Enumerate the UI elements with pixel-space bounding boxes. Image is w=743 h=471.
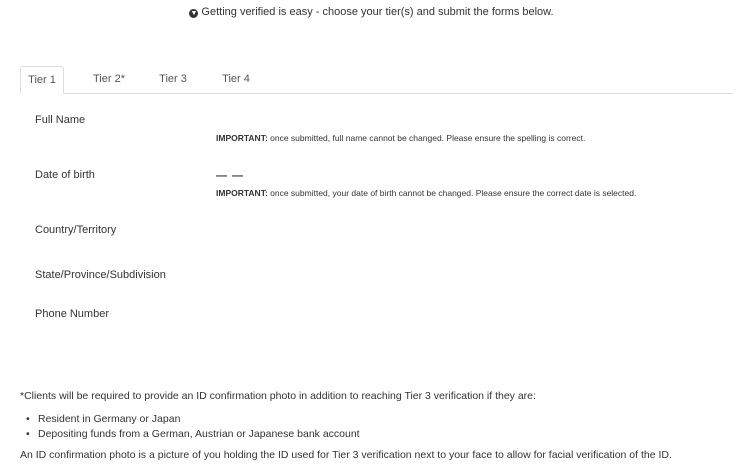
circle-arrow-down-icon: ▼ <box>189 9 199 18</box>
requirement-list: • Resident in Germany or Japan • Depositin… <box>26 412 360 442</box>
list-item: • Depositing funds from a German, Austria… <box>26 428 360 440</box>
dob-label: Date of birth <box>35 169 95 181</box>
dob-note-text: once submitted, your date of birth canno… <box>267 188 637 198</box>
list-item-text: Resident in Germany or Japan <box>38 413 181 425</box>
list-item-text: Depositing funds from a German, Austrian… <box>38 428 360 440</box>
full-name-note-text: once submitted, full name cannot be chan… <box>267 133 586 143</box>
tab-tier-1[interactable]: Tier 1 <box>20 66 64 94</box>
clients-note: *Clients will be required to provide an … <box>20 390 536 402</box>
id-photo-note: An ID confirmation photo is a picture of… <box>20 449 672 461</box>
dob-note: IMPORTANT: once submitted, your date of … <box>216 188 636 198</box>
verification-banner: ▼ Getting verified is easy - choose your … <box>0 6 743 18</box>
dob-input[interactable]: — — <box>216 170 244 182</box>
full-name-note-strong: IMPORTANT: <box>216 133 268 143</box>
state-label: State/Province/Subdivision <box>35 269 166 281</box>
dob-note-strong: IMPORTANT: <box>216 188 268 198</box>
full-name-label: Full Name <box>35 114 86 126</box>
full-name-note: IMPORTANT: once submitted, full name can… <box>216 133 585 143</box>
country-label: Country/Territory <box>35 224 117 236</box>
tab-tier-3[interactable]: Tier 3 <box>152 66 194 93</box>
banner-text: Getting verified is easy - choose your t… <box>201 6 554 18</box>
list-item: • Resident in Germany or Japan <box>26 413 181 425</box>
tab-tier-4[interactable]: Tier 4 <box>215 66 257 93</box>
phone-label: Phone Number <box>35 308 109 320</box>
tier-tabs: Tier 1 Tier 2* Tier 3 Tier 4 <box>20 66 733 94</box>
tab-tier-2[interactable]: Tier 2* <box>86 66 132 93</box>
